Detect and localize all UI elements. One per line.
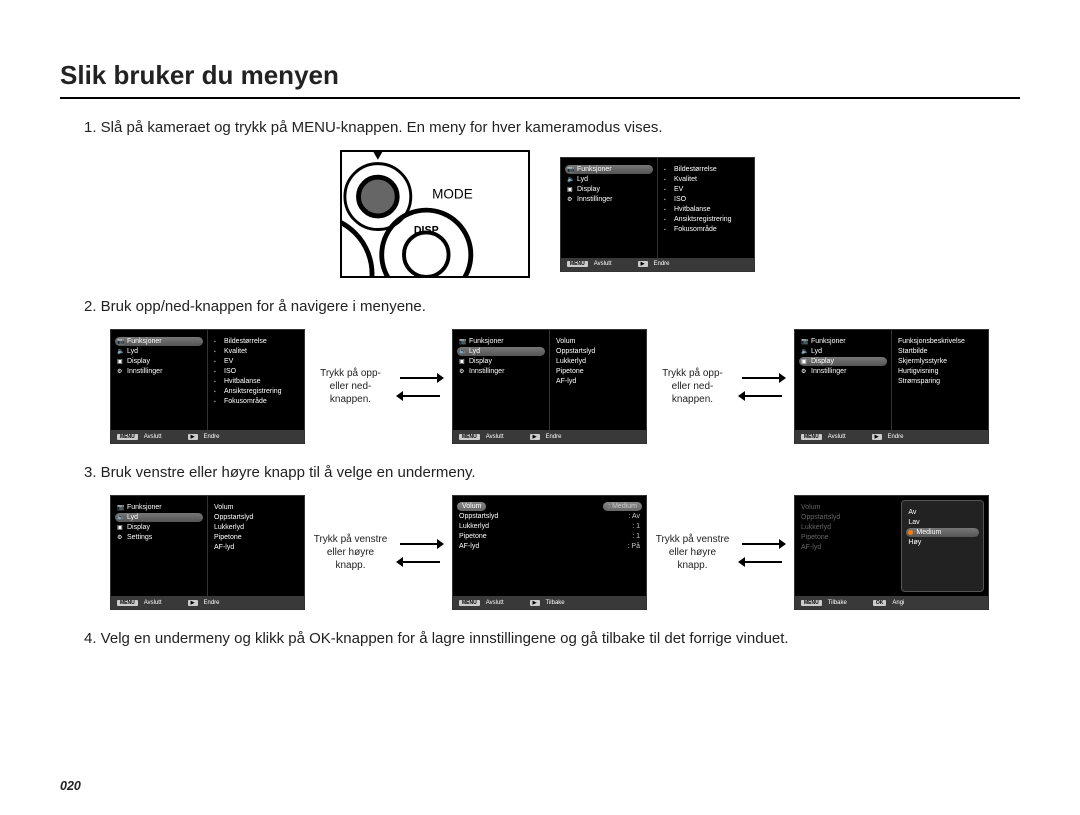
gear-icon bbox=[567, 196, 574, 203]
arrows-rl bbox=[396, 373, 444, 401]
display-icon bbox=[459, 358, 466, 365]
option-medium: Medium bbox=[906, 528, 979, 537]
hint-updown-2: Trykk på opp- eller ned-knappen. bbox=[655, 367, 730, 406]
page-number: 020 bbox=[60, 779, 81, 793]
hint-leftright-1: Trykk på venstre eller høyre knapp. bbox=[313, 533, 388, 572]
step-2: 2. Bruk opp/ned-knappen for å navigere i… bbox=[84, 298, 1020, 315]
menu-screen-1: Funksjoner Lyd Display Innstillinger Bil… bbox=[560, 157, 755, 272]
status-bar: MENUAvslutt ▶Endre bbox=[561, 258, 754, 271]
menu-screen-2b: Funksjoner Lyd Display Innstillinger Vol… bbox=[452, 329, 647, 444]
camera-icon bbox=[117, 504, 124, 511]
svg-text:MENU: MENU bbox=[380, 152, 414, 153]
speaker-icon bbox=[459, 348, 466, 355]
camera-icon bbox=[801, 338, 808, 345]
menu-funksjoner: Funksjoner bbox=[565, 165, 653, 174]
camera-icon bbox=[117, 338, 124, 345]
gear-icon bbox=[459, 368, 466, 375]
menu-innstillinger: Innstillinger bbox=[565, 195, 653, 204]
menu-screen-3c: Volum Oppstartslyd Lukkerlyd Pipetone AF… bbox=[794, 495, 989, 610]
display-icon bbox=[117, 524, 124, 531]
display-icon bbox=[567, 186, 574, 193]
hint-leftright-2: Trykk på venstre eller høyre knapp. bbox=[655, 533, 730, 572]
step-3: 3. Bruk venstre eller høyre knapp til å … bbox=[84, 464, 1020, 481]
display-icon bbox=[801, 358, 808, 365]
menu-lyd: Lyd bbox=[565, 175, 653, 184]
menu-screen-3b: Volum: Medium Oppstartslyd: Av Lukkerlyd… bbox=[452, 495, 647, 610]
speaker-icon bbox=[567, 176, 574, 183]
page-title: Slik bruker du menyen bbox=[60, 60, 1020, 99]
menu-display: Display bbox=[565, 185, 653, 194]
svg-text:MODE: MODE bbox=[432, 187, 473, 202]
svg-text:DISP: DISP bbox=[414, 224, 439, 236]
menu-screen-3a: Funksjoner Lyd Display Settings Volum Op… bbox=[110, 495, 305, 610]
gear-icon bbox=[801, 368, 808, 375]
speaker-icon bbox=[117, 348, 124, 355]
camera-button-diagram: MENU MODE DISP bbox=[340, 150, 530, 278]
gear-icon bbox=[117, 368, 124, 375]
step-1: 1. Slå på kameraet og trykk på MENU-knap… bbox=[84, 119, 1020, 136]
step-4: 4. Velg en undermeny og klikk på OK-knap… bbox=[84, 630, 1020, 647]
gear-icon bbox=[117, 534, 124, 541]
hint-updown-1: Trykk på opp- eller ned-knappen. bbox=[313, 367, 388, 406]
camera-icon bbox=[459, 338, 466, 345]
camera-icon bbox=[567, 166, 574, 173]
menu-screen-2c: Funksjoner Lyd Display Innstillinger Fun… bbox=[794, 329, 989, 444]
display-icon bbox=[117, 358, 124, 365]
speaker-icon bbox=[117, 514, 124, 521]
menu-screen-2a: Funksjoner Lyd Display Innstillinger Bil… bbox=[110, 329, 305, 444]
speaker-icon bbox=[801, 348, 808, 355]
